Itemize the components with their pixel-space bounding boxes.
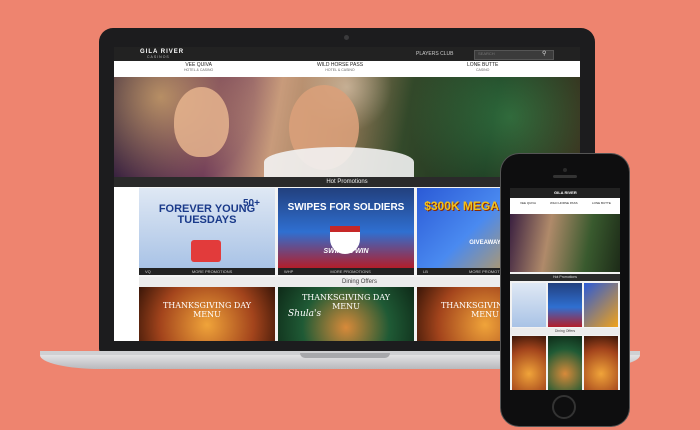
nav-sublabel: CASINO xyxy=(475,68,490,72)
promo-headline: SWIPES FOR SOLDIERS xyxy=(287,202,405,213)
promo-venue: VQ xyxy=(145,269,151,274)
webcam-icon xyxy=(344,35,349,40)
nav-item-wild-horse-pass[interactable]: WILD HORSE PASS HOTEL & CASINO xyxy=(317,63,363,73)
phone-section-hot-promotions: Hot Promotions xyxy=(510,274,620,281)
players-club-link[interactable]: PLAYERS CLUB xyxy=(416,51,453,57)
search-icon[interactable]: ⚲ xyxy=(542,50,546,57)
phone-nav-lone-butte[interactable]: LONE BUTTE xyxy=(592,201,611,205)
promo-badge: 50+ xyxy=(243,198,260,209)
promo-venue: WHP xyxy=(284,269,294,274)
dining-card-1[interactable]: THANKSGIVING DAY MENU xyxy=(139,287,275,341)
more-promotions-link[interactable]: MORE PROMOTIONS xyxy=(330,269,370,274)
phone-nav-wild-horse-pass[interactable]: WILD HORSE PASS xyxy=(550,201,578,205)
dining-brand: Shula's xyxy=(288,309,322,319)
promo-badge: SWIPE & WIN xyxy=(323,248,369,255)
nav-item-vee-quiva[interactable]: VEE QUIVA HOTEL & CASINO xyxy=(184,63,213,73)
phone-hero-banner[interactable] xyxy=(510,214,620,272)
promo-venue: LB xyxy=(423,269,428,274)
phone-dining-2[interactable] xyxy=(548,336,582,390)
dining-card-2[interactable]: THANKSGIVING DAY MENU Shula's xyxy=(278,287,414,341)
left-margin xyxy=(114,187,139,341)
hero-shirt xyxy=(264,147,414,177)
phone-dining-1[interactable] xyxy=(512,336,546,390)
phone-promo-1[interactable] xyxy=(512,283,546,327)
phone-camera-icon xyxy=(563,168,567,172)
hero-person-woman xyxy=(174,87,229,157)
laptop-notch xyxy=(300,353,390,358)
phone-nav-vee-quiva[interactable]: VEE QUIVA xyxy=(520,201,536,205)
phone-site-logo[interactable]: GILA RIVER xyxy=(554,190,577,195)
phone-promo-2[interactable] xyxy=(548,283,582,327)
promo-card-swipes-for-soldiers[interactable]: SWIPES FOR SOLDIERS SWIPE & WIN xyxy=(278,188,414,268)
more-promotions-link[interactable]: MORE PROMOTIONS xyxy=(192,269,232,274)
phone-section-dining-offers: Dining Offers xyxy=(510,328,620,335)
promo-caption[interactable]: VQ MORE PROMOTIONS xyxy=(139,268,275,275)
promo-gift-icon xyxy=(191,240,221,262)
phone-home-button[interactable] xyxy=(552,395,576,419)
promo-card-forever-young[interactable]: FOREVER YOUNG TUESDAYS 50+ xyxy=(139,188,275,268)
nav-item-lone-butte[interactable]: LONE BUTTE CASINO xyxy=(467,63,498,73)
phone-speaker xyxy=(553,175,577,178)
phone-screen: GILA RIVER VEE QUIVA WILD HORSE PASS LON… xyxy=(510,188,620,390)
site-logo-sub: CASINOS xyxy=(147,55,170,59)
nav-sublabel: HOTEL & CASINO xyxy=(325,68,355,72)
promo-caption[interactable]: WHP MORE PROMOTIONS xyxy=(278,268,414,275)
phone-promo-3[interactable] xyxy=(584,283,618,327)
search-placeholder: SEARCH xyxy=(478,51,495,56)
nav-sublabel: HOTEL & CASINO xyxy=(184,68,214,72)
phone-dining-3[interactable] xyxy=(584,336,618,390)
dining-title: THANKSGIVING DAY MENU xyxy=(162,301,252,319)
